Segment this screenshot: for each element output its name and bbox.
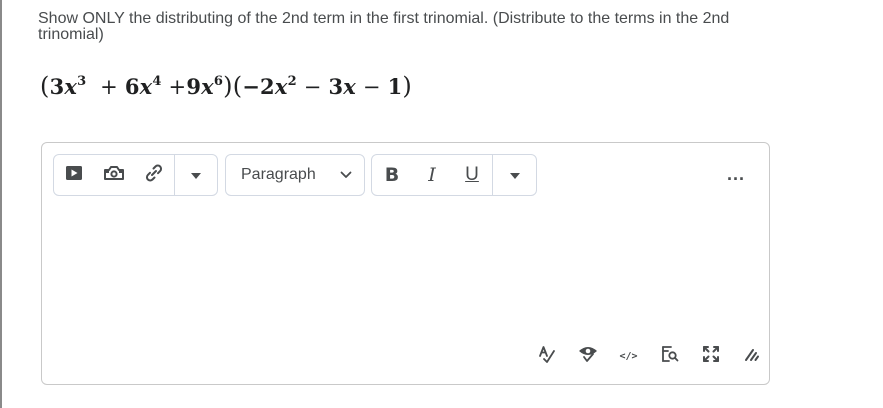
play-box-icon	[65, 165, 83, 186]
term-3x3: 3x3	[49, 74, 87, 99]
bold-button[interactable]: B	[372, 155, 412, 195]
fullscreen-button[interactable]	[690, 343, 731, 369]
underline-button[interactable]: U	[452, 155, 492, 195]
link-icon	[144, 163, 164, 188]
chevron-down-icon	[340, 166, 364, 184]
resize-handle[interactable]	[731, 343, 772, 369]
left-border	[0, 0, 2, 408]
fullscreen-icon	[702, 345, 720, 368]
insert-quicklink-button[interactable]	[54, 155, 94, 195]
insert-link-button[interactable]	[134, 155, 174, 195]
triangle-down-icon	[191, 166, 201, 184]
equation: (3x3 + 6x4 +9x6)(−2x2 − 3x − 1)	[40, 72, 412, 100]
eye-check-icon	[578, 345, 598, 368]
more-format-dropdown[interactable]	[493, 155, 536, 195]
source-code-button[interactable]: </>	[608, 343, 649, 369]
spellcheck-button[interactable]	[526, 343, 567, 369]
accessibility-check-button[interactable]	[567, 343, 608, 369]
term-neg2x2: −2x2	[242, 74, 297, 99]
question-text: Show ONLY the distributing of the 2nd te…	[38, 10, 730, 43]
term-1: 1	[387, 74, 403, 99]
italic-button[interactable]: I	[412, 155, 452, 195]
more-actions-button[interactable]: ...	[727, 165, 745, 183]
editor-content-area[interactable]	[54, 205, 754, 335]
bottom-toolbar: </>	[526, 343, 772, 369]
term-6x4: 6x4	[124, 74, 162, 99]
preview-button[interactable]	[649, 343, 690, 369]
preview-icon	[661, 345, 679, 368]
insert-toolbar-group	[53, 154, 218, 196]
block-format-select[interactable]: Paragraph	[225, 154, 365, 196]
block-format-label: Paragraph	[241, 166, 316, 183]
insert-image-button[interactable]	[94, 155, 134, 195]
rich-text-editor[interactable]: Paragraph B I U ... </>	[41, 142, 770, 385]
spellcheck-icon	[538, 345, 556, 368]
term-3x: 3x	[328, 74, 356, 99]
term-9x6: 9x6	[186, 74, 224, 99]
format-toolbar-group: B I U	[371, 154, 537, 196]
camera-icon	[104, 165, 124, 186]
more-insert-dropdown[interactable]	[175, 155, 217, 195]
resize-handle-icon	[743, 345, 761, 368]
code-icon: </>	[619, 350, 638, 362]
triangle-down-icon	[509, 166, 520, 184]
